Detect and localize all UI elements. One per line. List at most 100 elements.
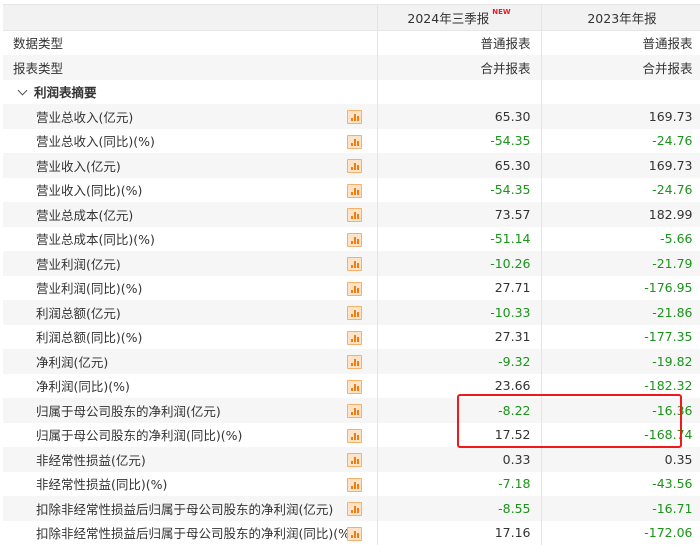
table-row: 营业总成本(亿元) 73.57 182.99 [3, 202, 700, 227]
row-label-cell: 营业收入(亿元) [3, 153, 377, 178]
bar-chart-icon[interactable] [347, 110, 362, 124]
value-2023: -172.06 [541, 521, 700, 545]
value-2024q3: 27.31 [377, 325, 541, 350]
value-2024q3: -7.18 [377, 472, 541, 497]
bar-chart-icon[interactable] [347, 404, 362, 418]
table-row: 营业总收入(亿元) 65.30 169.73 [3, 104, 700, 129]
row-label-cell: 营业总成本(同比)(%) [3, 227, 377, 252]
row-label-cell: 非经常性损益(亿元) [3, 447, 377, 472]
row-label: 非经常性损益(亿元) [36, 453, 146, 468]
value-2024q3: -8.55 [377, 496, 541, 521]
bar-chart-icon[interactable] [347, 282, 362, 296]
row-label: 归属于母公司股东的净利润(同比)(%) [36, 428, 242, 443]
section-toggle[interactable]: 利润表摘要 [3, 80, 377, 105]
row-label: 数据类型 [3, 30, 377, 55]
table-row: 利润总额(亿元) -10.33 -21.86 [3, 300, 700, 325]
value-2023: -19.82 [541, 349, 700, 374]
value-2023: -177.35 [541, 325, 700, 350]
value-2024q3: 65.30 [377, 104, 541, 129]
row-label-cell: 营业利润(同比)(%) [3, 276, 377, 301]
value-2024q3: -54.35 [377, 129, 541, 154]
column-header-2024q3[interactable]: 2024年三季报NEW [377, 5, 541, 31]
table-row: 净利润(亿元) -9.32 -19.82 [3, 349, 700, 374]
bar-chart-icon[interactable] [347, 257, 362, 271]
row-label-cell: 利润总额(同比)(%) [3, 325, 377, 350]
row-label: 营业收入(亿元) [36, 159, 121, 174]
value-2023: -21.86 [541, 300, 700, 325]
table-row: 营业利润(同比)(%) 27.71 -176.95 [3, 276, 700, 301]
row-label-cell: 非经常性损益(同比)(%) [3, 472, 377, 497]
row-label: 净利润(亿元) [36, 355, 108, 370]
row-label: 利润总额(亿元) [36, 306, 121, 321]
row-label-cell: 营业总收入(亿元) [3, 104, 377, 129]
bar-chart-icon[interactable] [347, 380, 362, 394]
value-2024q3: 0.33 [377, 447, 541, 472]
value-2023: -24.76 [541, 178, 700, 203]
table-row: 非经常性损益(亿元) 0.33 0.35 [3, 447, 700, 472]
row-label-cell: 归属于母公司股东的净利润(亿元) [3, 398, 377, 423]
row-label-cell: 营业总成本(亿元) [3, 202, 377, 227]
empty-cell [377, 80, 541, 105]
bar-chart-icon[interactable] [347, 453, 362, 467]
bar-chart-icon[interactable] [347, 135, 362, 149]
value-2024q3: 普通报表 [377, 30, 541, 55]
chevron-down-icon [18, 86, 28, 96]
table-row: 非经常性损益(同比)(%) -7.18 -43.56 [3, 472, 700, 497]
empty-cell [541, 80, 700, 105]
row-label-cell: 净利润(亿元) [3, 349, 377, 374]
table-row: 扣除非经常性损益后归属于母公司股东的净利润(同比)(%) 17.16 -172.… [3, 521, 700, 545]
value-2023: -24.76 [541, 129, 700, 154]
table-row: 营业利润(亿元) -10.26 -21.79 [3, 251, 700, 276]
row-label: 归属于母公司股东的净利润(亿元) [36, 404, 221, 419]
value-2024q3: -10.33 [377, 300, 541, 325]
value-2023: -176.95 [541, 276, 700, 301]
value-2023: 169.73 [541, 104, 700, 129]
table-row: 营业收入(同比)(%) -54.35 -24.76 [3, 178, 700, 203]
table-row: 扣除非经常性损益后归属于母公司股东的净利润(亿元) -8.55 -16.71 [3, 496, 700, 521]
table-row: 营业收入(亿元) 65.30 169.73 [3, 153, 700, 178]
header-row: 2024年三季报NEW 2023年年报 [3, 5, 700, 31]
row-label: 营业总成本(同比)(%) [36, 232, 155, 247]
bar-chart-icon[interactable] [347, 478, 362, 492]
value-2024q3: -54.35 [377, 178, 541, 203]
row-label-cell: 扣除非经常性损益后归属于母公司股东的净利润(同比)(%) [3, 521, 377, 545]
row-label: 营业总成本(亿元) [36, 208, 133, 223]
highlight-box [457, 394, 682, 448]
value-2024q3: -9.32 [377, 349, 541, 374]
bar-chart-icon[interactable] [347, 208, 362, 222]
new-badge: NEW [492, 8, 510, 16]
value-2024q3: 合并报表 [377, 55, 541, 80]
meta-row-data-type: 数据类型 普通报表 普通报表 [3, 30, 700, 55]
section-row-income-summary[interactable]: 利润表摘要 [3, 80, 700, 105]
row-label: 营业利润(同比)(%) [36, 281, 142, 296]
column-label: 2024年三季报 [407, 11, 489, 26]
table-row: 营业总成本(同比)(%) -51.14 -5.66 [3, 227, 700, 252]
bar-chart-icon[interactable] [347, 233, 362, 247]
meta-row-report-type: 报表类型 合并报表 合并报表 [3, 55, 700, 80]
row-label-cell: 扣除非经常性损益后归属于母公司股东的净利润(亿元) [3, 496, 377, 521]
row-label: 营业利润(亿元) [36, 257, 121, 272]
value-2024q3: 65.30 [377, 153, 541, 178]
value-2024q3: -10.26 [377, 251, 541, 276]
row-label-cell: 营业收入(同比)(%) [3, 178, 377, 203]
value-2023: -16.71 [541, 496, 700, 521]
row-label: 报表类型 [3, 55, 377, 80]
financial-summary-table: 2024年三季报NEW 2023年年报 数据类型 普通报表 普通报表 报表类型 … [3, 4, 700, 545]
row-label: 营业收入(同比)(%) [36, 183, 142, 198]
bar-chart-icon[interactable] [347, 429, 362, 443]
column-header-2023-annual[interactable]: 2023年年报 [541, 5, 700, 31]
bar-chart-icon[interactable] [347, 306, 362, 320]
bar-chart-icon[interactable] [347, 527, 362, 541]
value-2023: -21.79 [541, 251, 700, 276]
value-2023: -5.66 [541, 227, 700, 252]
row-label: 营业总收入(亿元) [36, 110, 133, 125]
row-label: 净利润(同比)(%) [36, 379, 130, 394]
bar-chart-icon[interactable] [347, 331, 362, 345]
value-2023: 普通报表 [541, 30, 700, 55]
bar-chart-icon[interactable] [347, 159, 362, 173]
bar-chart-icon[interactable] [347, 502, 362, 516]
value-2024q3: 17.16 [377, 521, 541, 545]
value-2023: 182.99 [541, 202, 700, 227]
bar-chart-icon[interactable] [347, 184, 362, 198]
bar-chart-icon[interactable] [347, 355, 362, 369]
